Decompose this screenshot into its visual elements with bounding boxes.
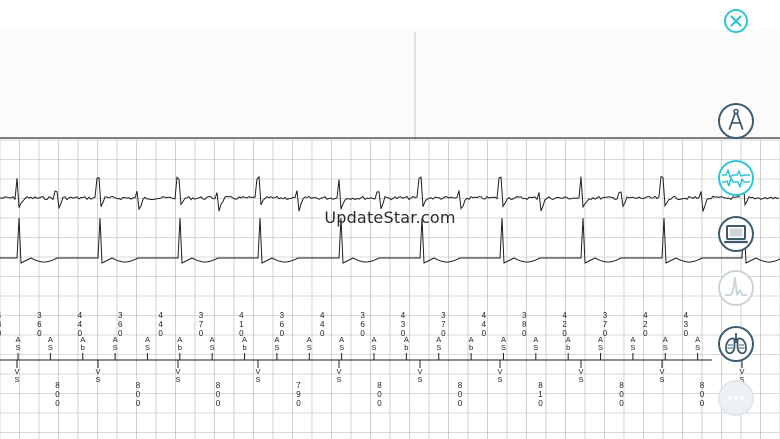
close-button[interactable]: [723, 8, 749, 34]
ventricular-marker: VS: [95, 367, 100, 384]
interval-label: 380: [522, 311, 527, 338]
vv-interval-label: 800: [55, 381, 60, 408]
atrial-marker: AS: [436, 335, 441, 352]
atrial-marker: AS: [15, 335, 20, 352]
interval-label: 360: [280, 311, 285, 338]
ventricular-marker: VS: [255, 367, 260, 384]
vv-interval-label: 790: [296, 381, 301, 408]
atrial-marker: AS: [48, 335, 53, 352]
interval-label: 410: [239, 311, 244, 338]
atrial-marker: AS: [371, 335, 376, 352]
atrial-marker: AS: [598, 335, 603, 352]
ventricular-marker: VS: [578, 367, 583, 384]
atrial-marker: AS: [113, 335, 118, 352]
atrial-marker: AS: [307, 335, 312, 352]
egm-strip: 430 360 440 360 440 370 410 360 440 360 430 370 440 3…: [0, 0, 780, 439]
atrial-marker: AS: [274, 335, 279, 352]
atrial-marker: Ab: [566, 335, 571, 352]
ventricular-marker: VS: [14, 367, 19, 384]
ventricular-marker: VS: [659, 367, 664, 384]
waveform-icon: [718, 160, 754, 196]
lungs-icon: [718, 326, 754, 362]
atrial-marker: AS: [663, 335, 668, 352]
interval-label: 360: [118, 311, 123, 338]
vv-interval-labels: 8 0 0 8 0 0 8 0 0 7 9 0 8 0 0 8 0 0 8 1 0 8 0 0 8 0 0: [55, 381, 705, 408]
interval-label: 430: [684, 311, 689, 338]
more-dots-icon: [718, 380, 754, 416]
atrial-marker: Ab: [80, 335, 85, 352]
atrial-marker: Ab: [404, 335, 409, 352]
more-tool-button[interactable]: [717, 379, 755, 417]
interval-label: 440: [482, 311, 487, 338]
vv-interval-label: 800: [458, 381, 463, 408]
interval-label: 420: [643, 311, 648, 338]
interval-label: 430: [401, 311, 406, 338]
monitor-icon: [718, 216, 754, 252]
ventricular-marker: VS: [336, 367, 341, 384]
caliper-tool-button[interactable]: [717, 102, 755, 140]
interval-label: 440: [78, 311, 83, 338]
ventricular-marker: VS: [417, 367, 422, 384]
lungs-tool-button[interactable]: [717, 325, 755, 363]
vv-interval-label: 810: [538, 381, 543, 408]
interval-label: 440: [158, 311, 163, 338]
interval-label: 360: [37, 311, 42, 338]
atrial-marker: AS: [630, 335, 635, 352]
paper-grid: [0, 139, 780, 439]
beat-tool-button[interactable]: [717, 269, 755, 307]
atrial-marker: AS: [339, 335, 344, 352]
interval-label: 370: [603, 311, 608, 338]
atrial-marker: AS: [210, 335, 215, 352]
vv-interval-label: 800: [216, 381, 221, 408]
atrial-marker: AS: [501, 335, 506, 352]
close-circle-icon: [724, 9, 748, 33]
interval-label: 430: [0, 311, 2, 338]
atrial-marker: AS: [533, 335, 538, 352]
atrial-marker: Ab: [242, 335, 247, 352]
interval-label: 420: [562, 311, 567, 338]
monitor-tool-button[interactable]: [717, 215, 755, 253]
vv-interval-label: 800: [700, 381, 705, 408]
interval-label: 370: [441, 311, 446, 338]
ventricular-marker: VS: [497, 367, 502, 384]
beat-icon: [718, 270, 754, 306]
caliper-icon: [718, 103, 754, 139]
atrial-marker: AS: [695, 335, 700, 352]
interval-label: 370: [199, 311, 204, 338]
egm-viewer: 430 360 440 360 440 370 410 360 440 360 430 370 440 3…: [0, 0, 780, 439]
atrial-marker: Ab: [469, 335, 474, 352]
atrial-marker: Ab: [177, 335, 182, 352]
atrial-marker: AS: [145, 335, 150, 352]
vv-interval-label: 800: [619, 381, 624, 408]
egm-tool-button[interactable]: [717, 159, 755, 197]
interval-label: 360: [360, 311, 365, 338]
marker-channel: A S A S A b A S A S A b A S A b A S A S A S A S A b A S A b A S A S A b A S A S…: [0, 335, 745, 384]
interval-label: 440: [320, 311, 325, 338]
vv-interval-label: 800: [136, 381, 141, 408]
ventricular-marker: VS: [175, 367, 180, 384]
vv-interval-label: 800: [377, 381, 382, 408]
